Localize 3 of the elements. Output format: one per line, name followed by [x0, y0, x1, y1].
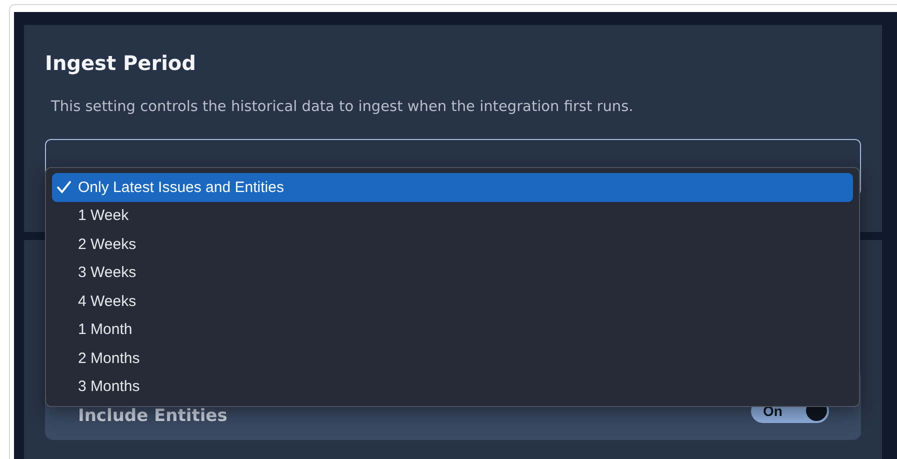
section-title: Ingest Period — [45, 51, 197, 75]
setting-label: Include Entities — [78, 408, 228, 424]
section-description: This setting controls the historical data to ingest when the integration first runs. — [51, 99, 634, 115]
